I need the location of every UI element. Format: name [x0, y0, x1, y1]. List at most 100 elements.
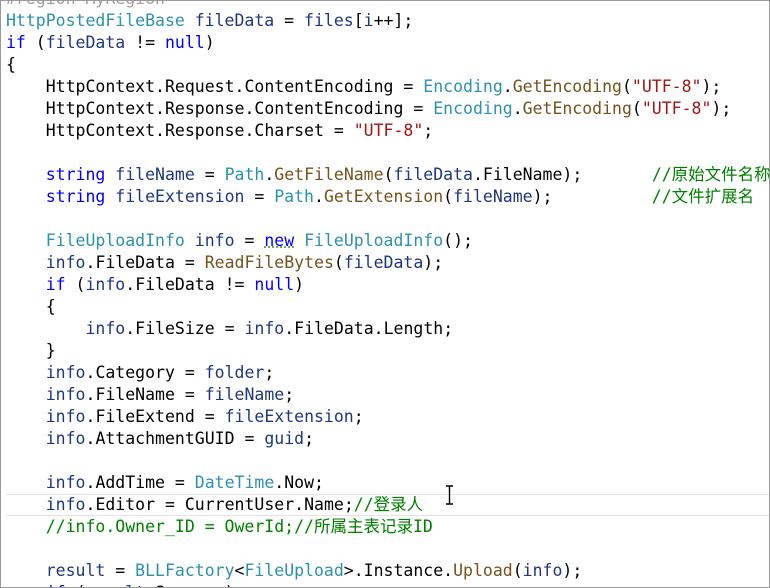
code-line[interactable]: if (fileData != null): [6, 32, 769, 54]
code-editor[interactable]: #region MyRegion HttpPostedFileBase fileD…: [0, 0, 770, 588]
code-token: ContentEncoding: [244, 77, 394, 96]
code-token: =: [155, 495, 185, 514]
code-token: FileData: [95, 253, 175, 272]
code-token: fileName: [204, 385, 285, 404]
code-token: ;: [343, 495, 354, 514]
code-line[interactable]: info.FileName = fileName;: [6, 384, 769, 406]
code-line[interactable]: [6, 142, 769, 164]
code-line[interactable]: info.FileData = ReadFileBytes(fileData);: [6, 252, 769, 274]
code-token: =: [174, 385, 205, 404]
code-token: "UTF-8": [353, 121, 424, 140]
code-line[interactable]: result = BLLFactory<FileUpload>.Instance…: [6, 560, 769, 582]
code-token: DateTime: [194, 473, 275, 492]
code-token: FileUpload: [244, 561, 344, 580]
code-token: ): [294, 275, 305, 294]
code-token: ();: [443, 231, 473, 250]
code-token: =: [174, 363, 205, 382]
code-token: fileExtension: [115, 187, 245, 206]
code-token: .: [244, 99, 255, 118]
code-line[interactable]: info.FileSize = info.FileData.Length;: [6, 318, 769, 340]
code-token: AddTime: [95, 473, 165, 492]
code-token: ;: [423, 121, 434, 140]
code-token: .: [472, 165, 483, 184]
code-token: info: [85, 275, 126, 294]
code-token: .: [155, 77, 165, 96]
code-token: info: [45, 473, 86, 492]
code-token: =: [244, 187, 275, 206]
code-area[interactable]: #region MyRegion HttpPostedFileBase fileD…: [6, 1, 769, 587]
code-line[interactable]: [6, 538, 769, 560]
code-token: Response: [164, 99, 245, 118]
code-token: //文件扩展名: [651, 187, 755, 206]
code-token: =: [274, 11, 305, 30]
code-line[interactable]: if (result.Success): [6, 582, 769, 587]
code-line[interactable]: string fileName = Path.GetFileName(fileD…: [6, 164, 769, 186]
code-token: .: [125, 319, 136, 338]
code-line[interactable]: {: [6, 296, 769, 318]
code-token: new: [264, 231, 295, 250]
code-line[interactable]: info.Category = folder;: [6, 362, 769, 384]
code-line[interactable]: {: [6, 54, 769, 76]
code-token: .: [314, 187, 324, 206]
code-token: =: [194, 407, 225, 426]
code-line[interactable]: }: [6, 340, 769, 362]
code-token: (: [383, 165, 394, 184]
code-token: if: [6, 33, 26, 52]
code-token: FileData: [135, 275, 215, 294]
code-line[interactable]: if (info.FileData != null): [6, 274, 769, 296]
code-token: HttpContext: [45, 99, 156, 118]
code-token: info: [45, 495, 86, 514]
code-token: .: [85, 363, 96, 382]
code-token: ): [204, 33, 215, 52]
code-token: );: [562, 561, 583, 580]
code-token: info: [244, 319, 285, 338]
code-token: HttpContext: [45, 77, 156, 96]
code-token: CurrentUser: [184, 495, 295, 514]
code-line-current[interactable]: info.Editor = CurrentUser.Name;//登录人: [6, 494, 769, 516]
code-line[interactable]: [6, 450, 769, 472]
code-line[interactable]: info.FileExtend = fileExtension;: [6, 406, 769, 428]
code-token: .: [85, 253, 96, 272]
code-token: =: [234, 429, 265, 448]
code-token: .: [294, 495, 305, 514]
code-token: info: [45, 429, 86, 448]
code-token: ;: [284, 385, 295, 404]
code-token: Upload: [453, 561, 513, 580]
code-token: ReadFileBytes: [204, 253, 334, 272]
code-line[interactable]: HttpPostedFileBase fileData = files[i++]…: [6, 10, 769, 32]
code-line[interactable]: HttpContext.Response.Charset = "UTF-8";: [6, 120, 769, 142]
code-token: (: [512, 561, 523, 580]
code-token: ++];: [373, 11, 414, 30]
code-token: info: [45, 407, 86, 426]
code-token: AttachmentGUID: [95, 429, 235, 448]
code-token: .: [85, 407, 96, 426]
code-token: Instance: [363, 561, 444, 580]
code-line[interactable]: #region MyRegion: [6, 1, 769, 10]
code-line[interactable]: string fileExtension = Path.GetExtension…: [6, 186, 769, 208]
code-token: ;: [443, 319, 454, 338]
code-token: Length: [383, 319, 444, 338]
code-token: );: [532, 187, 652, 206]
code-line[interactable]: HttpContext.Response.ContentEncoding = E…: [6, 98, 769, 120]
code-line[interactable]: info.AddTime = DateTime.Now;: [6, 472, 769, 494]
code-line[interactable]: info.AttachmentGUID = guid;: [6, 428, 769, 450]
code-line[interactable]: [6, 208, 769, 230]
code-line[interactable]: HttpContext.Request.ContentEncoding = En…: [6, 76, 769, 98]
code-line[interactable]: //info.Owner_ID = OwerId;//所属主表记录ID: [6, 516, 769, 538]
code-line[interactable]: FileUploadInfo info = new FileUploadInfo…: [6, 230, 769, 252]
code-token: Now: [284, 473, 315, 492]
code-token: );: [711, 99, 732, 118]
code-token: info: [194, 231, 235, 250]
